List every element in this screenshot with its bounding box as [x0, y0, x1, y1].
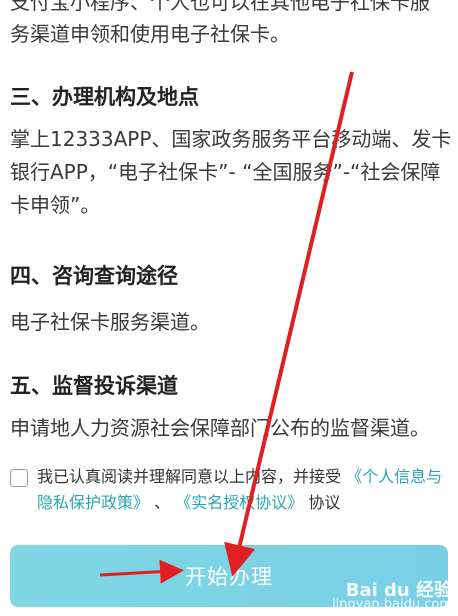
section-heading-inquiry: 四、咨询查询途径 — [10, 264, 178, 288]
section-heading-agency: 三、办理机构及地点 — [10, 85, 199, 109]
start-button-label: 开始办理 — [185, 565, 273, 589]
agreement-separator: 、 — [154, 493, 171, 512]
watermark-url: jingyan.baidu.com — [332, 597, 452, 612]
agreement-checkbox[interactable] — [10, 469, 28, 487]
watermark-brand: Bai du 经验 — [345, 580, 452, 601]
real-name-auth-link[interactable]: 《实名授权协议》 — [175, 493, 303, 512]
agreement-prefix: 我已认真阅读并理解同意以上内容，并接受 — [37, 467, 342, 486]
section-body-agency: 掌上12333APP、国家政务服务平台移动端、发卡银行APP，“电子社保卡”- … — [10, 127, 452, 217]
agreement-text: 我已认真阅读并理解同意以上内容，并接受 《个人信息与隐私保护政策》 、 《实名授… — [37, 464, 449, 516]
partial-paragraph-line1: 支付宝小程序、个人也可以在其他电子社保卡服 — [10, 0, 430, 14]
section-heading-complaint: 五、监督投诉渠道 — [10, 374, 178, 398]
agreement-suffix: 协议 — [308, 493, 341, 512]
baidu-watermark: Bai du 经验 jingyan.baidu.com — [332, 580, 452, 612]
section-body-complaint: 申请地人力资源社会保障部门公布的监督渠道。 — [10, 416, 430, 440]
partial-paragraph-line2: 务渠道申领和使用电子社保卡。 — [10, 22, 290, 46]
section-body-inquiry: 电子社保卡服务渠道。 — [10, 310, 210, 334]
